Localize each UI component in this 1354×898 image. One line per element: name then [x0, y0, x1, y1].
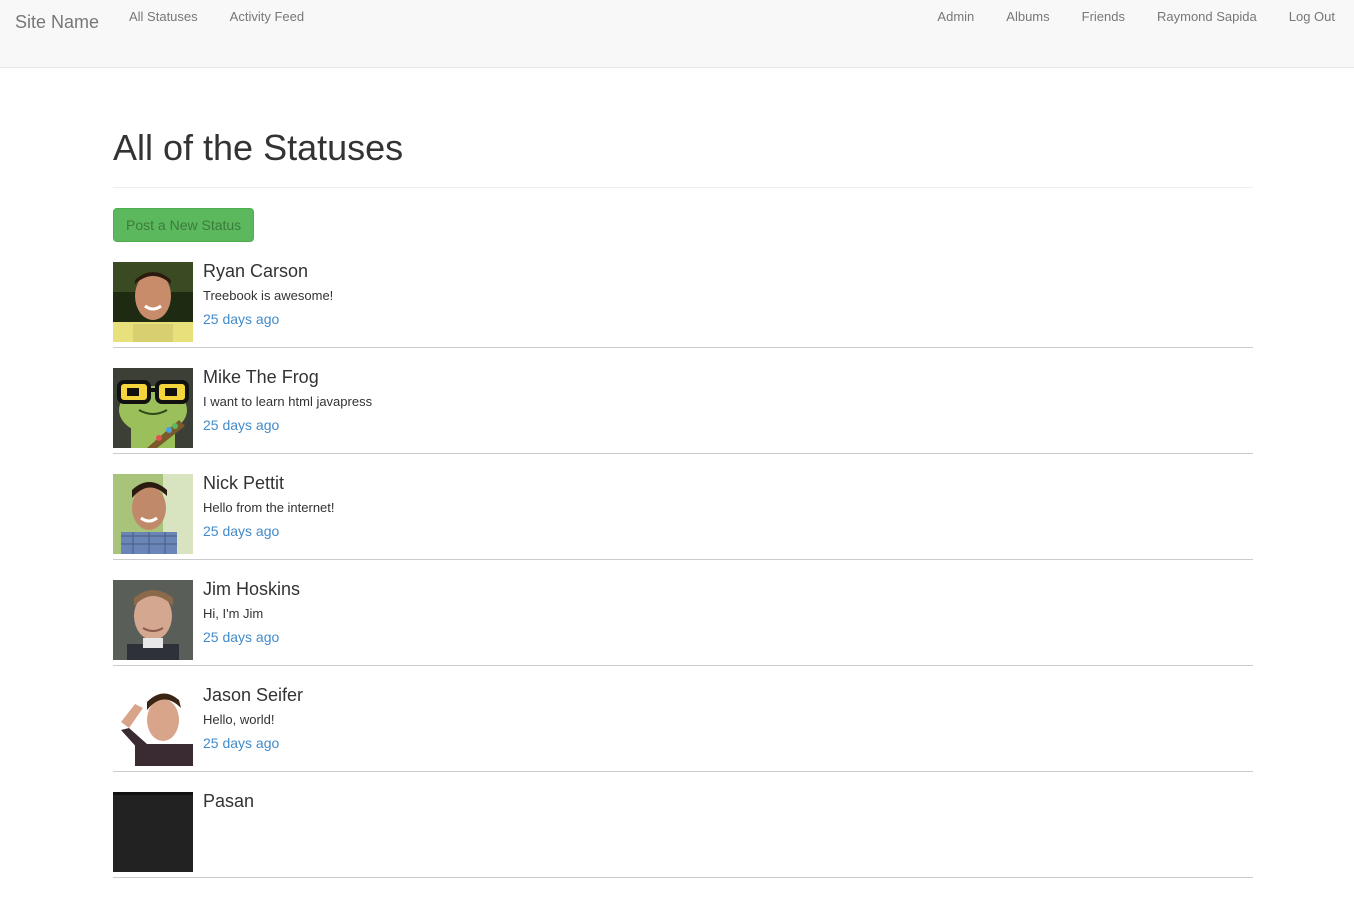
post-new-status-button[interactable]: Post a New Status [113, 208, 255, 242]
status-author-name: Mike The Frog [203, 367, 319, 387]
avatar-jim-hoskins[interactable] [113, 580, 193, 660]
avatar-mike-the-frog[interactable] [113, 368, 193, 448]
nav-link-activity-feed[interactable]: Activity Feed [214, 9, 320, 25]
status-author-name: Jason Seifer [203, 685, 304, 705]
status-item: Mike The Frog I want to learn html javap… [113, 367, 1253, 454]
avatar-photo-icon [113, 580, 193, 660]
avatar-photo-icon [113, 792, 193, 872]
nav-right-menu: Admin Albums Friends Raymond Sapida Log … [921, 9, 1351, 25]
status-author-name: Ryan Carson [203, 261, 309, 281]
status-content: Hello from the internet! [203, 500, 335, 515]
nav-left-menu: All Statuses Activity Feed [113, 9, 320, 25]
status-item: Nick Pettit Hello from the internet! 25 … [113, 473, 1253, 560]
nav-link-admin[interactable]: Admin [921, 9, 990, 25]
status-timestamp-link[interactable]: 25 days ago [203, 416, 279, 434]
status-author-name: Jim Hoskins [203, 579, 301, 599]
nav-link-profile[interactable]: Raymond Sapida [1141, 9, 1273, 25]
avatar-photo-icon [113, 686, 193, 766]
status-timestamp-link[interactable]: 25 days ago [203, 734, 279, 752]
status-content: Hi, I'm Jim [203, 606, 264, 621]
status-content: Hello, world! [203, 712, 275, 727]
status-item: Pasan [113, 791, 1253, 878]
nav-link-logout[interactable]: Log Out [1273, 9, 1351, 25]
page-header: All of the Statuses [113, 127, 1253, 188]
status-timestamp-link[interactable]: 25 days ago [203, 522, 279, 540]
status-item: Jason Seifer Hello, world! 25 days ago [113, 685, 1253, 772]
avatar-ryan-carson[interactable] [113, 262, 193, 342]
nav-link-friends[interactable]: Friends [1066, 9, 1141, 25]
avatar-photo-icon [113, 262, 193, 342]
main-container: All of the Statuses Post a New Status Ry… [113, 68, 1253, 878]
nav-item-albums: Albums [990, 9, 1065, 25]
frog-mascot-icon [113, 368, 193, 448]
status-author-name: Pasan [203, 791, 255, 811]
nav-item-all-statuses: All Statuses [113, 9, 214, 25]
nav-item-admin: Admin [921, 9, 990, 25]
status-item: Ryan Carson Treebook is awesome! 25 days… [113, 261, 1253, 348]
nav-item-friends: Friends [1066, 9, 1141, 25]
status-content: Treebook is awesome! [203, 288, 334, 303]
site-brand-link[interactable]: Site Name [15, 11, 99, 33]
nav-link-all-statuses[interactable]: All Statuses [113, 9, 214, 25]
status-list: Ryan Carson Treebook is awesome! 25 days… [113, 261, 1253, 898]
avatar-photo-icon [113, 474, 193, 554]
avatar-jason-seifer[interactable] [113, 686, 193, 766]
status-timestamp-link[interactable]: 25 days ago [203, 310, 279, 328]
status-author-name: Nick Pettit [203, 473, 285, 493]
avatar-pasan[interactable] [113, 792, 193, 872]
status-content: I want to learn html javapress [203, 394, 373, 409]
top-navbar: Site Name All Statuses Activity Feed Adm… [0, 0, 1354, 68]
nav-item-logout: Log Out [1273, 9, 1351, 25]
avatar-nick-pettit[interactable] [113, 474, 193, 554]
page-title: All of the Statuses [113, 127, 404, 168]
status-timestamp-link[interactable]: 25 days ago [203, 628, 279, 646]
nav-item-profile: Raymond Sapida [1141, 9, 1273, 25]
nav-item-activity-feed: Activity Feed [214, 9, 320, 25]
status-item: Jim Hoskins Hi, I'm Jim 25 days ago [113, 579, 1253, 666]
nav-link-albums[interactable]: Albums [990, 9, 1065, 25]
